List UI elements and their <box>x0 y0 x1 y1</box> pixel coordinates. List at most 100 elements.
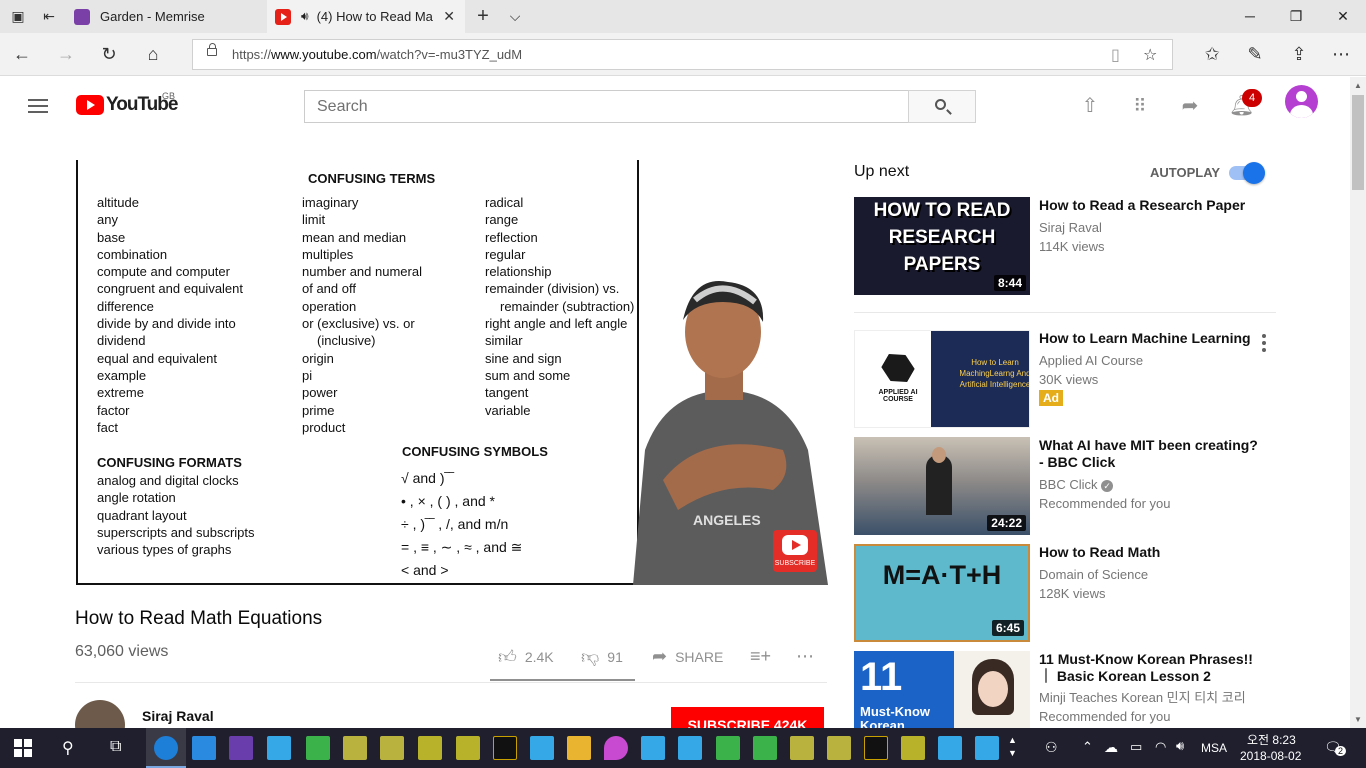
app-icon[interactable] <box>716 736 740 760</box>
app-icon[interactable] <box>493 736 517 760</box>
autoplay-toggle[interactable] <box>1229 162 1265 184</box>
app-icon[interactable] <box>530 736 554 760</box>
tray-expand-icon[interactable]: ⌃ <box>1082 739 1093 755</box>
reading-view-icon[interactable]: ▯ <box>1111 45 1120 65</box>
apps-grid-icon[interactable]: ⠿ <box>1128 94 1152 118</box>
tab-list-chevron-icon[interactable]: ⌵ <box>506 7 524 25</box>
app-icon[interactable] <box>306 736 330 760</box>
favorites-hub-icon[interactable]: ✩ <box>1201 43 1223 65</box>
video-title-link[interactable]: How to Read a Research Paper <box>1039 197 1259 214</box>
address-bar[interactable]: https://www.youtube.com/watch?v=-mu3TYZ_… <box>192 39 1173 70</box>
scrollbar-thumb[interactable] <box>1352 95 1364 190</box>
start-windows-icon[interactable] <box>14 739 32 757</box>
taskbar-scroll-chevron-icon[interactable]: ▲ ▼ <box>1008 734 1017 760</box>
app-icon[interactable] <box>864 736 888 760</box>
up-next-video-card[interactable]: 24:22 What AI have MIT been creating? - … <box>854 437 1284 535</box>
new-tab-icon[interactable]: + <box>474 6 492 26</box>
channel-name[interactable]: Applied AI Course <box>1039 351 1143 370</box>
subscribe-overlay-button[interactable]: SUBSCRIBE <box>773 530 817 572</box>
video-thumbnail[interactable]: HOW TO READ RESEARCH PAPERS 8:44 <box>854 197 1030 295</box>
people-icon[interactable]: ⚇ <box>1045 739 1058 756</box>
video-title-link[interactable]: What AI have MIT been creating? - BBC Cl… <box>1039 437 1259 471</box>
task-view-icon[interactable]: ⧉ <box>110 738 121 756</box>
video-player[interactable]: CONFUSING TERMS altitude any base combinati… <box>75 160 828 585</box>
app-icon[interactable] <box>827 736 851 760</box>
youtube-logo[interactable]: YouTube GB <box>76 91 178 116</box>
app-icon[interactable] <box>975 736 999 760</box>
channel-name[interactable]: Domain of Science <box>1039 565 1148 584</box>
app-icon[interactable] <box>678 736 702 760</box>
tab-youtube[interactable]: 🔊︎ (4) How to Read Ma ✕ <box>267 0 465 33</box>
scroll-down-icon[interactable]: ▼ <box>1354 715 1362 724</box>
back-icon[interactable]: ← <box>11 43 33 65</box>
visual-studio-app-icon[interactable] <box>229 736 253 760</box>
dislike-button[interactable]: 👎︎ 91 <box>581 646 623 668</box>
audio-playing-icon[interactable]: 🔊︎ <box>301 9 309 24</box>
app-icon[interactable] <box>380 736 404 760</box>
more-actions-button[interactable]: ⋯ <box>796 646 822 667</box>
up-next-video-card[interactable]: 11 Must-Know Korean 11 Must-Know Korean … <box>854 651 1284 728</box>
video-thumbnail[interactable]: 11 Must-Know Korean <box>854 651 1030 728</box>
app-icon[interactable] <box>641 736 665 760</box>
promoted-video-card[interactable]: APPLIED AI COURSE How to Learn MachingLe… <box>854 330 1284 428</box>
video-title-link[interactable]: How to Read Math <box>1039 544 1259 561</box>
app-icon[interactable] <box>753 736 777 760</box>
share-button[interactable]: ➦ SHARE <box>652 646 723 667</box>
channel-name[interactable]: Siraj Raval <box>1039 218 1102 237</box>
app-icon[interactable] <box>938 736 962 760</box>
tab-preview-icon[interactable]: ▣ <box>9 7 27 25</box>
more-options-icon[interactable] <box>1262 334 1266 352</box>
clock-time[interactable]: 오전 8:23 <box>1247 731 1296 748</box>
video-thumbnail[interactable]: 24:22 <box>854 437 1030 535</box>
close-window-icon[interactable]: ✕ <box>1333 6 1353 26</box>
app-icon[interactable] <box>901 736 925 760</box>
up-next-video-card[interactable]: HOW TO READ RESEARCH PAPERS 8:44 How to … <box>854 197 1284 295</box>
edge-app-icon[interactable] <box>154 736 178 760</box>
add-to-playlist-button[interactable]: ≡+ <box>750 646 779 667</box>
set-aside-tabs-icon[interactable]: ⇤ <box>40 7 58 25</box>
channel-name[interactable]: Minji Teaches Korean 민지 티치 코리 <box>1039 688 1246 707</box>
url-text[interactable]: https://www.youtube.com/watch?v=-mu3TYZ_… <box>232 47 522 62</box>
scroll-up-icon[interactable]: ▲ <box>1354 81 1362 90</box>
favorite-star-icon[interactable]: ☆ <box>1143 45 1157 65</box>
channel-name[interactable]: BBC Click ✓ <box>1039 475 1114 494</box>
app-icon[interactable] <box>343 736 367 760</box>
minimize-icon[interactable]: ─ <box>1240 6 1260 26</box>
close-tab-icon[interactable]: ✕ <box>443 8 455 25</box>
notes-pen-icon[interactable]: ✎ <box>1244 43 1266 65</box>
video-thumbnail[interactable]: APPLIED AI COURSE How to Learn MachingLe… <box>854 330 1030 428</box>
home-icon[interactable]: ⌂ <box>142 43 164 65</box>
up-next-video-card[interactable]: M=A·T+H 6:45 How to Read Math Domain of … <box>854 544 1284 642</box>
input-method-label[interactable]: MSA <box>1201 741 1227 755</box>
app-icon[interactable] <box>267 736 291 760</box>
more-icon[interactable]: ⋯ <box>1330 43 1352 65</box>
video-title-link[interactable]: 11 Must-Know Korean Phrases!! ｜ Basic Ko… <box>1039 651 1259 685</box>
onedrive-cloud-icon[interactable]: ☁ <box>1104 739 1118 756</box>
upload-icon[interactable]: ⇧ <box>1078 94 1102 118</box>
app-icon[interactable] <box>456 736 480 760</box>
wifi-icon[interactable]: ◠ <box>1155 739 1166 755</box>
battery-icon[interactable]: ▭ <box>1130 739 1142 755</box>
restore-icon[interactable]: ❐ <box>1286 6 1306 26</box>
volume-icon[interactable]: 🔊︎ <box>1176 738 1184 754</box>
vscode-app-icon[interactable] <box>192 736 216 760</box>
forward-icon[interactable]: → <box>55 43 77 65</box>
clock-date[interactable]: 2018-08-02 <box>1240 749 1301 763</box>
file-explorer-icon[interactable] <box>567 736 591 760</box>
video-title-link[interactable]: How to Learn Machine Learning <box>1039 330 1259 347</box>
app-icon[interactable] <box>790 736 814 760</box>
page-scrollbar[interactable]: ▲ ▼ <box>1350 77 1366 728</box>
app-icon[interactable] <box>418 736 442 760</box>
channel-name[interactable]: Siraj Raval <box>142 708 214 724</box>
search-icon[interactable]: ⚲ <box>62 738 74 758</box>
tab-memrise[interactable]: Garden - Memrise <box>66 0 266 33</box>
like-button[interactable]: 👍︎ 2.4K <box>498 646 554 668</box>
share-icon[interactable]: ⇪ <box>1288 43 1310 65</box>
menu-icon[interactable] <box>28 99 48 113</box>
search-input[interactable]: Search <box>304 90 909 123</box>
messages-icon[interactable]: ➦ <box>1178 94 1202 118</box>
search-button[interactable] <box>908 90 976 123</box>
account-avatar[interactable] <box>1285 85 1318 118</box>
refresh-icon[interactable]: ↻ <box>98 43 120 65</box>
video-thumbnail[interactable]: M=A·T+H 6:45 <box>854 544 1030 642</box>
